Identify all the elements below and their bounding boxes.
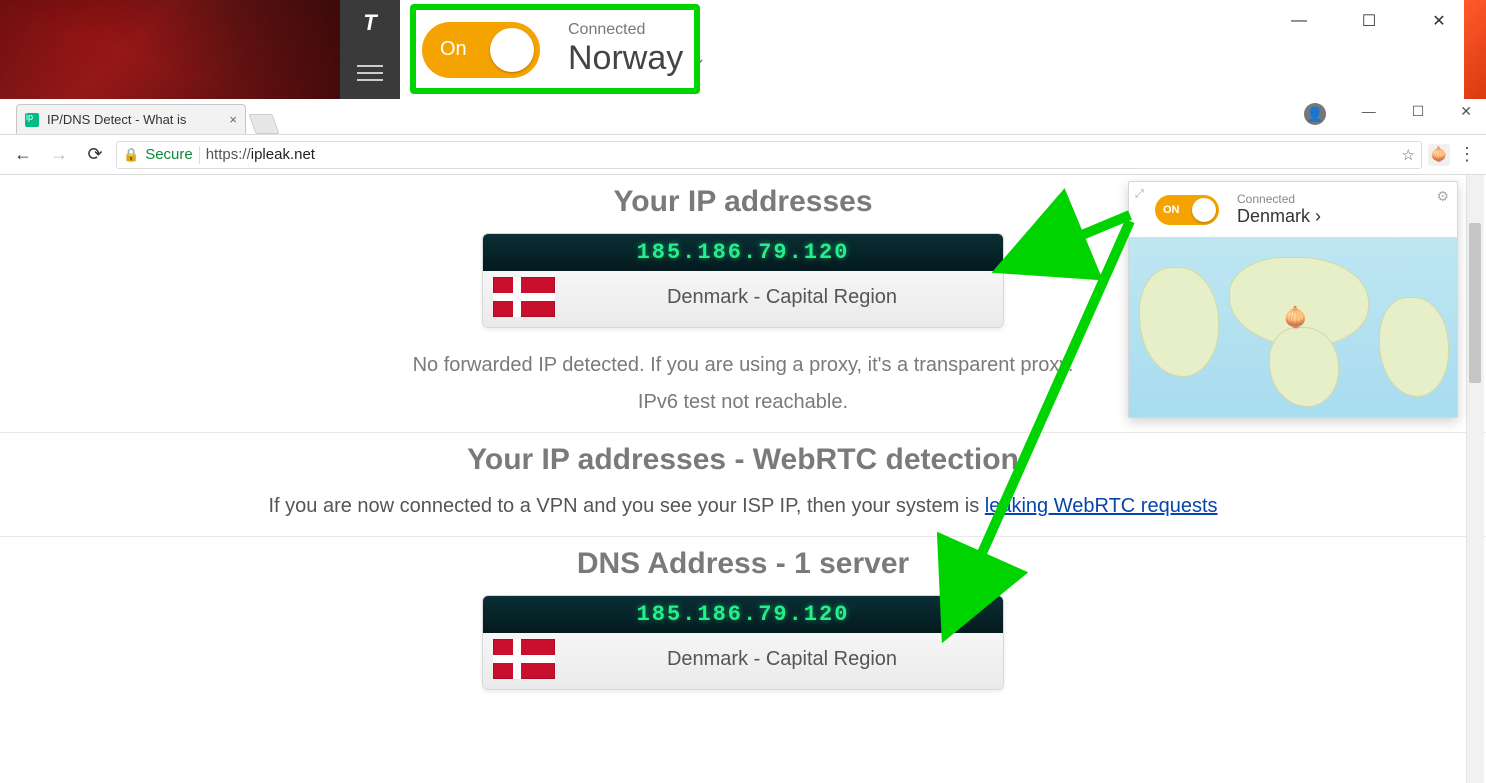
heading-dns: DNS Address - 1 server xyxy=(0,547,1486,581)
maximize-button[interactable]: ☐ xyxy=(1412,103,1425,125)
section-divider xyxy=(0,432,1486,433)
vpn-app-sidebar: T xyxy=(340,0,400,99)
map-landmass xyxy=(1379,297,1449,397)
tab-favicon-icon xyxy=(25,113,39,127)
ip-location-label: Denmark - Capital Region xyxy=(571,286,993,309)
extension-toggle[interactable]: ON xyxy=(1155,195,1219,225)
gear-icon[interactable]: ⚙ xyxy=(1436,188,1449,205)
back-button[interactable]: ← xyxy=(8,140,38,170)
bookmark-star-icon[interactable]: ☆ xyxy=(1402,146,1415,164)
minimize-button[interactable]: — xyxy=(1362,103,1376,125)
minimize-button[interactable]: — xyxy=(1284,6,1314,36)
vpn-toggle-label: On xyxy=(440,38,467,61)
maximize-button[interactable]: ☐ xyxy=(1354,6,1384,36)
dns-result-card: 185.186.79.120 Denmark - Capital Region xyxy=(482,595,1004,690)
lock-icon: 🔒 xyxy=(123,147,139,163)
scrollbar[interactable] xyxy=(1466,175,1484,783)
desktop-wallpaper-right xyxy=(1464,0,1486,99)
ip-address-value: 185.186.79.120 xyxy=(483,234,1003,271)
browser-window: IP/DNS Detect - What is × 👤 — ☐ ✕ ← → ⟳ … xyxy=(0,99,1486,783)
ip-location-row: Denmark - Capital Region xyxy=(483,271,1003,327)
vpn-app-logo-icon: T xyxy=(363,10,376,36)
address-bar[interactable]: 🔒 Secure https://ipleak.net ☆ xyxy=(116,141,1422,169)
extension-icon[interactable]: 🧅 xyxy=(1428,144,1450,166)
tab-close-icon[interactable]: × xyxy=(229,112,237,127)
dns-location-label: Denmark - Capital Region xyxy=(571,648,993,671)
section-divider xyxy=(0,536,1486,537)
profile-avatar-icon[interactable]: 👤 xyxy=(1304,103,1326,125)
browser-menu-icon[interactable]: ⋮ xyxy=(1456,144,1478,165)
close-button[interactable]: ✕ xyxy=(1460,103,1472,125)
extension-status-label: Connected xyxy=(1237,192,1321,206)
vpn-status-label: Connected xyxy=(568,21,706,39)
menu-icon[interactable] xyxy=(357,65,383,81)
extension-connection[interactable]: Connected Denmark › xyxy=(1237,192,1321,227)
denmark-flag-icon xyxy=(493,639,555,679)
vpn-toggle-knob xyxy=(490,28,534,72)
secure-label: Secure xyxy=(145,146,193,163)
page-viewport: Your IP addresses 185.186.79.120 Denmark… xyxy=(0,175,1486,783)
forward-button[interactable]: → xyxy=(44,140,74,170)
chevron-down-icon: ⌄ xyxy=(691,48,706,69)
dns-location-row: Denmark - Capital Region xyxy=(483,633,1003,689)
url-text: https://ipleak.net xyxy=(206,146,315,163)
vpn-toggle[interactable]: On xyxy=(422,22,540,78)
heading-webrtc: Your IP addresses - WebRTC detection xyxy=(0,443,1486,477)
browser-window-controls: 👤 — ☐ ✕ xyxy=(1304,103,1472,125)
map-landmass xyxy=(1269,327,1339,407)
separator xyxy=(199,146,200,164)
vpn-app-main: On Connected Norway ⌄ — ☐ ✕ xyxy=(400,0,1464,99)
denmark-flag-icon xyxy=(493,277,555,317)
vpn-window-controls: — ☐ ✕ xyxy=(1284,6,1454,36)
extension-popup: ⤢ ⚙ ON Connected Denmark › 🧅 xyxy=(1128,181,1458,418)
extension-toggle-knob xyxy=(1192,198,1216,222)
map-location-marker-icon: 🧅 xyxy=(1283,305,1308,330)
vpn-app-bar: T On Connected Norway ⌄ — ☐ ✕ xyxy=(0,0,1486,99)
map-landmass xyxy=(1139,267,1219,377)
close-button[interactable]: ✕ xyxy=(1424,6,1454,36)
extension-country-label: Denmark › xyxy=(1237,206,1321,227)
browser-tab[interactable]: IP/DNS Detect - What is × xyxy=(16,104,246,134)
scrollbar-thumb[interactable] xyxy=(1469,223,1481,383)
vpn-country-selector[interactable]: Norway ⌄ xyxy=(568,39,706,78)
vpn-connection-block: Connected Norway ⌄ xyxy=(568,21,706,78)
chevron-right-icon: › xyxy=(1315,206,1321,226)
ip-result-card: 185.186.79.120 Denmark - Capital Region xyxy=(482,233,1004,328)
extension-toggle-label: ON xyxy=(1163,204,1180,216)
dns-address-value: 185.186.79.120 xyxy=(483,596,1003,633)
tab-title: IP/DNS Detect - What is xyxy=(47,112,186,127)
desktop-wallpaper-left xyxy=(0,0,340,99)
webrtc-note: If you are now connected to a VPN and yo… xyxy=(0,495,1486,518)
new-tab-button[interactable] xyxy=(248,114,279,134)
browser-tabstrip: IP/DNS Detect - What is × 👤 — ☐ ✕ xyxy=(0,99,1486,135)
webrtc-leak-link[interactable]: leaking WebRTC requests xyxy=(985,495,1218,517)
expand-icon[interactable]: ⤢ xyxy=(1135,188,1144,201)
extension-header: ⤢ ⚙ ON Connected Denmark › xyxy=(1129,182,1457,237)
extension-world-map[interactable]: 🧅 xyxy=(1129,237,1457,417)
reload-button[interactable]: ⟳ xyxy=(80,140,110,170)
vpn-country-label: Norway xyxy=(568,39,683,78)
browser-toolbar: ← → ⟳ 🔒 Secure https://ipleak.net ☆ 🧅 ⋮ xyxy=(0,135,1486,175)
